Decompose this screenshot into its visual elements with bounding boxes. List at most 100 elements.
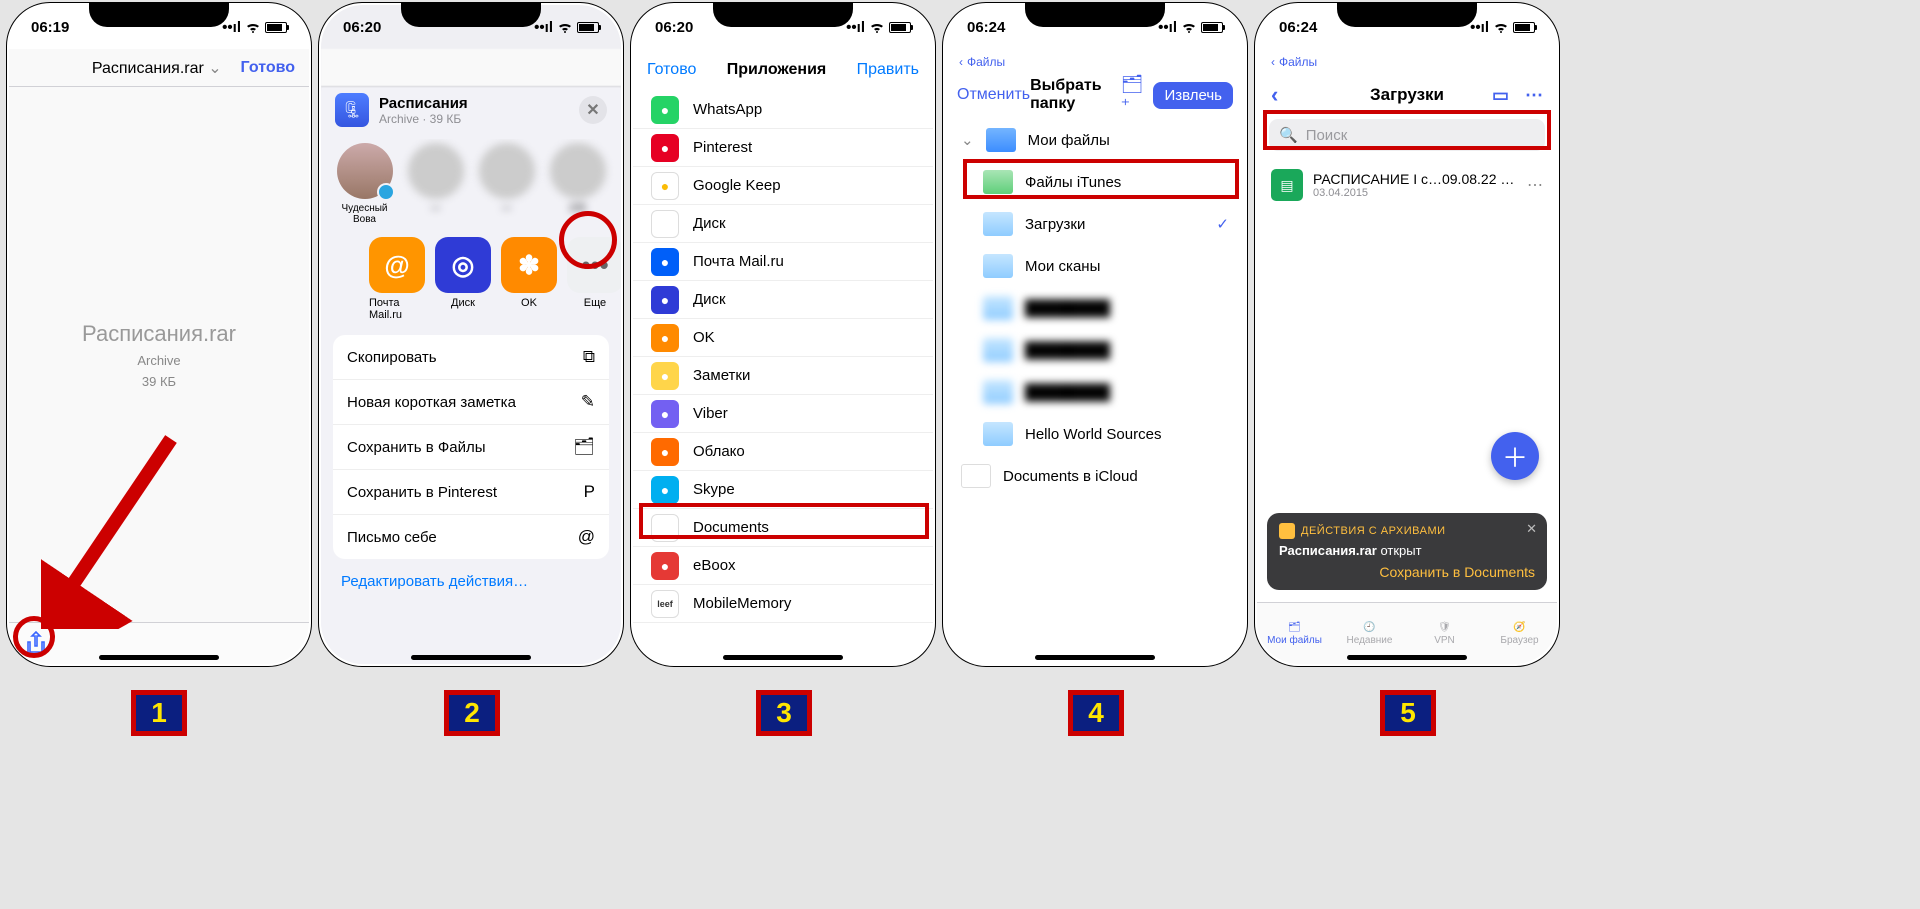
add-button[interactable]: ＋ — [1491, 432, 1539, 480]
wifi-icon — [1181, 21, 1197, 33]
edit-button[interactable]: Править — [857, 61, 919, 79]
folder-icon: 🗂 — [1288, 622, 1301, 633]
share-app[interactable]: ◎ Диск — [435, 237, 491, 321]
app-label: Заметки — [693, 367, 750, 384]
app-label: eBoox — [693, 557, 736, 574]
tab-myfiles[interactable]: 🗂Мои файлы — [1257, 603, 1332, 664]
share-app[interactable]: @Почта Mail.ru — [369, 237, 425, 321]
search-input[interactable]: 🔍Поиск — [1269, 119, 1545, 151]
app-icon: ••• — [567, 237, 621, 293]
app-row[interactable]: ●WhatsApp — [633, 91, 933, 129]
folder-icon — [983, 212, 1013, 236]
action-row[interactable]: Письмо себе@ — [333, 515, 609, 559]
phone-2: 06:20 ••ıl 🗜 Расписания Archive · 39 КБ … — [318, 2, 624, 667]
share-app[interactable]: •••Еще — [567, 237, 621, 321]
signal-icon: ••ıl — [222, 19, 241, 36]
folder-row[interactable]: Файлы iTunes — [945, 161, 1245, 203]
app-icon: ◎ — [435, 237, 491, 293]
new-folder-icon[interactable]: 🗂⁺ — [1121, 74, 1144, 116]
breadcrumb[interactable]: ‹Файлы — [1257, 49, 1557, 75]
share-contact[interactable]: 225 — [548, 143, 607, 225]
folder-row[interactable]: Мои сканы — [945, 245, 1245, 287]
home-indicator — [99, 655, 219, 660]
share-contact[interactable]: — — [477, 143, 536, 225]
more-icon[interactable]: ⋯ — [1525, 85, 1543, 106]
app-row[interactable]: ●Заметки — [633, 357, 933, 395]
notch — [89, 3, 229, 27]
edit-actions-link[interactable]: Редактировать действия… — [321, 559, 621, 604]
toast-filename: Расписания.rar — [1279, 543, 1377, 558]
cancel-button[interactable]: Отменить — [957, 86, 1030, 104]
app-row[interactable]: ●Viber — [633, 395, 933, 433]
app-row[interactable]: ●Documents — [633, 509, 933, 547]
battery-icon — [1513, 22, 1535, 33]
battery-icon — [1201, 22, 1223, 33]
extract-button[interactable]: Извлечь — [1153, 82, 1233, 109]
done-button[interactable]: Готово — [241, 59, 295, 77]
search-icon: 🔍 — [1279, 126, 1298, 144]
folder-row[interactable]: ████████ — [945, 329, 1245, 371]
telegram-badge-icon — [377, 183, 395, 201]
app-row[interactable]: leefMobileMemory — [633, 585, 933, 623]
action-row[interactable]: Новая короткая заметка✎ — [333, 380, 609, 425]
app-row[interactable]: ●Диск — [633, 281, 933, 319]
folder-row[interactable]: Hello World Sources — [945, 413, 1245, 455]
close-icon[interactable]: ✕ — [1526, 521, 1537, 537]
app-row[interactable]: ●Почта Mail.ru — [633, 243, 933, 281]
app-row[interactable]: ●Google Keep — [633, 167, 933, 205]
folder-row-downloads[interactable]: Загрузки✓ — [945, 203, 1245, 245]
step-badge-5: 5 — [1380, 690, 1436, 736]
share-app[interactable]: ✽OK — [501, 237, 557, 321]
done-button[interactable]: Готово — [647, 61, 696, 79]
nav-title: Расписания.rar ⌄ — [73, 58, 241, 78]
action-label: Сохранить в Pinterest — [347, 484, 497, 501]
app-row[interactable]: ●OK — [633, 319, 933, 357]
app-row[interactable]: ●eBoox — [633, 547, 933, 585]
status-time: 06:20 — [655, 19, 693, 36]
app-label: Диск — [693, 291, 726, 308]
folder-icon — [983, 254, 1013, 278]
app-row[interactable]: ●Skype — [633, 471, 933, 509]
app-row[interactable]: ●Диск — [633, 205, 933, 243]
phone-4: 06:24 ••ıl ‹Файлы Отменить Выбрать папку… — [942, 2, 1248, 667]
breadcrumb[interactable]: ‹Файлы — [945, 49, 1245, 75]
spreadsheet-icon: ▤ — [1271, 169, 1303, 201]
app-row[interactable]: ●Облако — [633, 433, 933, 471]
signal-icon: ••ıl — [1470, 19, 1489, 36]
file-row[interactable]: ▤ РАСПИСАНИЕ I с…09.08.22 — копия03.04.2… — [1269, 163, 1545, 207]
app-label: Диск — [451, 297, 475, 309]
app-row[interactable]: ●Pinterest — [633, 129, 933, 167]
file-more-icon[interactable]: ⋯ — [1527, 175, 1543, 195]
status-time: 06:20 — [343, 19, 381, 36]
folder-row[interactable]: Documents в iCloud — [945, 455, 1245, 497]
signal-icon: ••ıl — [1158, 19, 1177, 36]
share-contact[interactable]: — — [406, 143, 465, 225]
folder-row[interactable]: ████████ — [945, 287, 1245, 329]
page-title: Загрузки — [1370, 85, 1444, 105]
nav-title: Выбрать папку — [1030, 77, 1121, 113]
device-icon[interactable]: ▭ — [1492, 85, 1509, 106]
action-row[interactable]: Сохранить в PinterestP — [333, 470, 609, 515]
file-date: 03.04.2015 — [1313, 187, 1517, 199]
clock-icon: 🕘 — [1363, 622, 1375, 633]
action-row[interactable]: Скопировать⧉ — [333, 335, 609, 380]
share-icon[interactable] — [25, 631, 47, 657]
tab-browser[interactable]: 🧭Браузер — [1482, 603, 1557, 664]
battery-icon — [889, 22, 911, 33]
check-icon: ✓ — [1216, 215, 1229, 233]
folder-row[interactable]: ████████ — [945, 371, 1245, 413]
toast-title: ДЕЙСТВИЯ С АРХИВАМИ — [1301, 525, 1446, 537]
back-icon[interactable]: ‹ — [1271, 82, 1278, 108]
battery-icon — [265, 22, 287, 33]
compass-icon: 🧭 — [1513, 622, 1525, 633]
folder-row[interactable]: ⌄Мои файлы — [945, 119, 1245, 161]
toast-action[interactable]: Сохранить в Documents — [1279, 564, 1535, 580]
app-label: Google Keep — [693, 177, 781, 194]
close-icon[interactable]: ✕ — [579, 96, 607, 124]
app-icon: ● — [651, 324, 679, 352]
home-indicator — [1347, 655, 1467, 660]
phone-5: 06:24 ••ıl ‹Файлы ‹ Загрузки ▭⋯ 🔍Поиск ▤… — [1254, 2, 1560, 667]
action-row[interactable]: Сохранить в Файлы🗂 — [333, 425, 609, 470]
share-contact[interactable]: Чудесный Вова — [335, 143, 394, 225]
app-label: Documents — [693, 519, 769, 536]
